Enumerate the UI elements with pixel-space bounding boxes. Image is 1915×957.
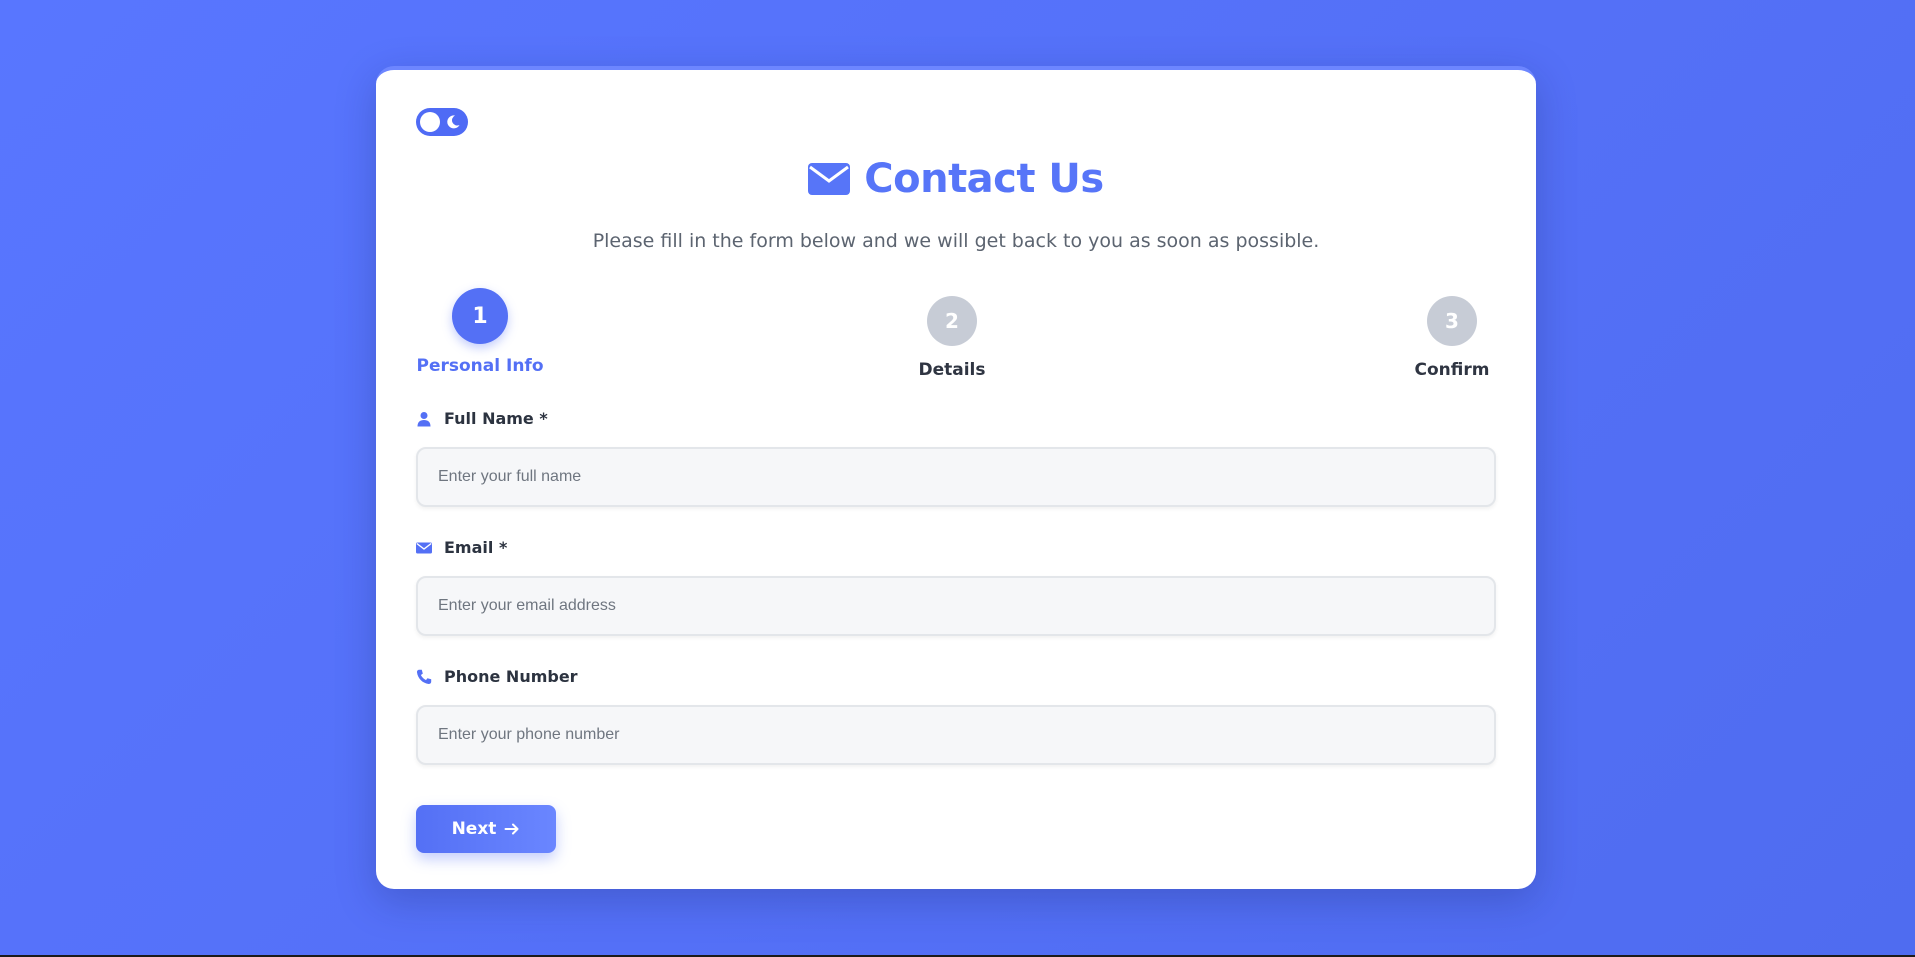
full-name-label-text: Full Name * [444,409,548,428]
page-title-text: Contact Us [864,156,1104,202]
step-number: 3 [1427,296,1477,346]
email-input[interactable] [416,576,1496,636]
step-number: 1 [452,288,508,344]
toggle-knob [420,112,440,132]
full-name-label: Full Name * [416,409,548,428]
step-details: 2 Details [912,296,992,380]
phone-label: Phone Number [416,667,578,686]
next-button[interactable]: Next [416,805,556,853]
phone-icon [416,669,432,684]
envelope-icon [416,542,432,553]
step-number: 2 [927,296,977,346]
page-title: Contact Us [376,156,1536,202]
arrow-right-icon [504,823,519,835]
next-button-label: Next [451,819,497,839]
step-label: Details [918,360,986,380]
page-subtitle: Please fill in the form below and we wil… [592,230,1320,252]
email-label-text: Email * [444,538,508,557]
step-label: Confirm [1414,360,1490,380]
email-label: Email * [416,538,507,557]
phone-label-text: Phone Number [444,667,578,686]
envelope-icon [808,163,851,195]
full-name-input[interactable] [416,447,1496,507]
step-label: Personal Info [416,356,544,376]
contact-form-card: Contact Us Please fill in the form below… [376,66,1536,889]
step-personal-info: 1 Personal Info [416,288,544,376]
moon-icon [447,115,460,129]
step-confirm: 3 Confirm [1412,296,1492,380]
user-icon [417,411,431,426]
theme-toggle[interactable] [416,108,468,136]
phone-input[interactable] [416,705,1496,765]
